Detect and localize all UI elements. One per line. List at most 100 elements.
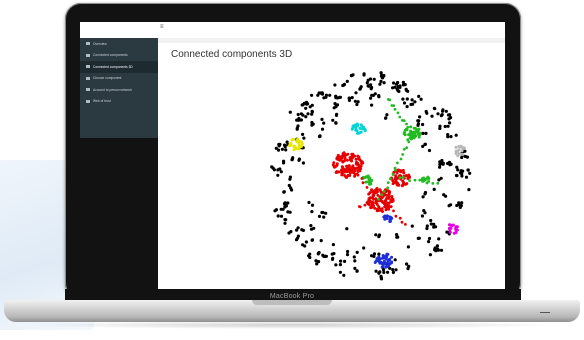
edge-node	[373, 191, 377, 195]
graph-node	[304, 106, 308, 110]
graph-node	[328, 93, 332, 97]
graph-node	[338, 270, 342, 274]
cluster-node	[385, 189, 389, 193]
cluster-node	[383, 255, 387, 259]
menu-toggle-icon[interactable]: ≡	[160, 24, 164, 30]
cluster-node	[370, 178, 374, 182]
cluster-node	[405, 182, 409, 186]
graph-node	[310, 93, 314, 97]
graph-node	[338, 263, 342, 267]
graph-node	[392, 81, 396, 85]
graph-node	[456, 168, 460, 172]
graph-node	[429, 222, 433, 226]
cluster-node	[296, 137, 300, 141]
graph-node	[277, 142, 281, 147]
sidebar-item-connected-components[interactable]: Connected components	[80, 50, 158, 62]
cluster-node	[407, 173, 411, 177]
graph-node	[297, 158, 301, 162]
cluster-node	[340, 169, 344, 173]
graph-node	[419, 97, 423, 101]
graph-node	[354, 91, 358, 95]
edge-node	[431, 182, 435, 185]
graph-node	[282, 143, 287, 147]
cluster-node	[386, 264, 390, 268]
edge-node	[368, 203, 371, 207]
graph-node	[309, 227, 314, 231]
sidebar-item-web-of-trust[interactable]: Web of trust	[80, 96, 158, 108]
laptop-shadow	[20, 321, 564, 329]
graph-node	[432, 106, 436, 110]
graph-node	[427, 148, 432, 153]
cluster-node	[299, 140, 303, 144]
edge-node	[388, 98, 392, 102]
cluster-node	[375, 188, 379, 192]
edge-node	[405, 146, 409, 149]
graph-node	[446, 113, 451, 117]
graph-node	[343, 259, 347, 263]
edge-node	[396, 111, 400, 115]
graph-node	[457, 201, 461, 205]
graph-node	[338, 95, 342, 99]
graph-node	[423, 192, 427, 196]
edge-node	[398, 176, 402, 180]
graph-node	[294, 238, 299, 242]
edge-node	[402, 147, 406, 151]
graph-node	[423, 142, 427, 146]
graph-node	[428, 253, 432, 257]
graph-node	[460, 174, 464, 178]
graph-node	[405, 262, 409, 266]
sidebar-item-overview[interactable]: Overview	[80, 38, 158, 50]
cluster-node	[360, 161, 364, 165]
graph-node	[382, 81, 386, 85]
sidebar-item-label: Choose component	[93, 76, 122, 81]
edge-node	[377, 198, 380, 201]
cluster-node	[377, 205, 381, 209]
cluster-node	[412, 126, 416, 130]
graph-node	[423, 211, 427, 215]
table-icon	[86, 88, 90, 92]
graph-node	[316, 252, 320, 256]
cluster-node	[342, 151, 346, 155]
cluster-node	[291, 138, 295, 142]
graph-node	[301, 228, 305, 232]
cluster-node	[413, 131, 417, 135]
graph-node	[346, 249, 350, 254]
graph-node	[307, 200, 311, 205]
edge-node	[406, 125, 410, 129]
cluster-node	[426, 175, 430, 179]
network-graph-3d[interactable]	[158, 58, 505, 294]
lid-notch	[252, 300, 332, 305]
cluster-node	[378, 188, 382, 192]
graph-node	[310, 103, 314, 107]
sidebar-item-connected-components-3d[interactable]: Connected components 3D	[80, 61, 158, 73]
edge-node	[402, 119, 406, 123]
graph-node	[270, 165, 274, 169]
graph-node	[301, 161, 305, 165]
dashboard-icon	[86, 42, 90, 46]
graph-node	[385, 113, 389, 117]
graph-node	[320, 210, 324, 215]
cluster-node	[457, 152, 461, 156]
graph-node	[310, 120, 314, 125]
graph-node	[353, 259, 357, 263]
graph-node	[352, 255, 356, 259]
cluster-node	[352, 166, 356, 170]
cluster-node	[360, 124, 364, 128]
cluster-node	[357, 163, 360, 167]
cluster-node	[385, 193, 389, 197]
cluster-node	[447, 226, 451, 230]
sidebar-item-account-to-person-network[interactable]: Account to person network	[80, 84, 158, 96]
edge-node	[352, 171, 356, 175]
table-icon	[86, 53, 90, 57]
base-indicator-light	[540, 312, 550, 313]
table-icon	[86, 99, 90, 103]
edge-node	[407, 140, 411, 144]
graph-node	[350, 96, 354, 100]
edge-node	[363, 203, 367, 207]
graph-node	[331, 256, 335, 260]
cluster-node	[390, 255, 394, 259]
sidebar-item-choose-component[interactable]: Choose component	[80, 73, 158, 85]
graph-node	[310, 203, 315, 207]
graph-node	[421, 122, 425, 127]
graph-node	[430, 114, 434, 118]
